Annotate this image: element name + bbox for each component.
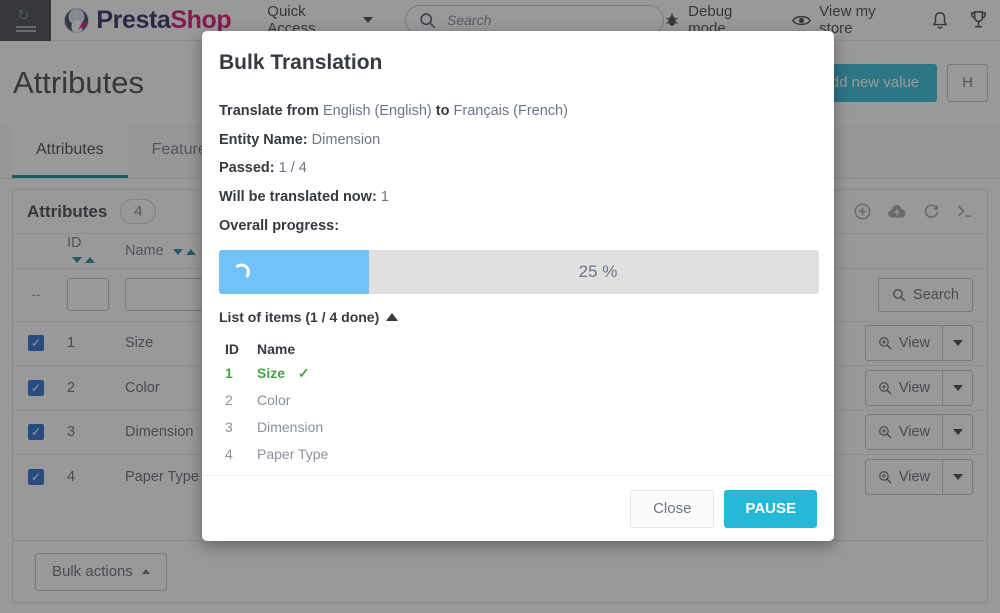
check-icon: ✓ <box>298 365 310 381</box>
modal-footer: Close PAUSE <box>202 475 834 541</box>
item-name: Paper Type <box>257 447 328 474</box>
passed-label: Passed: <box>219 160 275 176</box>
list-of-items-toggle[interactable]: List of items (1 / 4 done) <box>219 309 398 325</box>
entity-name-label: Entity Name: <box>219 132 308 148</box>
item-name: Color <box>257 393 328 420</box>
progress-percent-label: 25 % <box>219 250 819 294</box>
item-name-cell: Size ✓ <box>257 366 328 393</box>
overall-progress-line: Overall progress: <box>219 218 817 235</box>
modal-body: Bulk Translation Translate from English … <box>202 31 834 475</box>
item-row: 3 Dimension <box>225 420 328 447</box>
items-table: ID Name 1 Size ✓ 2 Color 3 Dimension 4 P… <box>225 341 328 474</box>
chevron-up-icon <box>386 313 398 321</box>
will-translate-value: 1 <box>381 189 389 205</box>
target-language: Français (French) <box>454 103 568 119</box>
items-column-name: Name <box>257 341 328 366</box>
passed-line: Passed: 1 / 4 <box>219 160 817 177</box>
item-row: 2 Color <box>225 393 328 420</box>
item-row: 4 Paper Type <box>225 447 328 474</box>
modal-title: Bulk Translation <box>219 51 817 75</box>
will-translate-label: Will be translated now: <box>219 189 377 205</box>
source-language: English (English) <box>323 103 432 119</box>
overall-progress-label: Overall progress: <box>219 218 339 234</box>
to-label: to <box>436 103 450 119</box>
items-column-id: ID <box>225 341 257 366</box>
items-header-row: ID Name <box>225 341 328 366</box>
item-id: 1 <box>225 366 257 393</box>
bulk-translation-modal: Bulk Translation Translate from English … <box>202 31 834 541</box>
will-translate-line: Will be translated now: 1 <box>219 189 817 206</box>
translate-from-label: Translate from <box>219 103 319 119</box>
entity-name-value: Dimension <box>312 132 381 148</box>
item-name: Dimension <box>257 420 328 447</box>
item-id: 3 <box>225 420 257 447</box>
item-name: Size <box>257 365 285 381</box>
close-button[interactable]: Close <box>630 490 714 528</box>
pause-button[interactable]: PAUSE <box>724 490 817 528</box>
translate-direction-line: Translate from English (English) to Fran… <box>219 103 817 120</box>
item-row: 1 Size ✓ <box>225 366 328 393</box>
passed-value: 1 / 4 <box>279 160 307 176</box>
item-id: 2 <box>225 393 257 420</box>
item-id: 4 <box>225 447 257 474</box>
progress-bar: 25 % <box>219 250 819 294</box>
list-of-items-label: List of items (1 / 4 done) <box>219 309 379 325</box>
entity-name-line: Entity Name: Dimension <box>219 132 817 149</box>
